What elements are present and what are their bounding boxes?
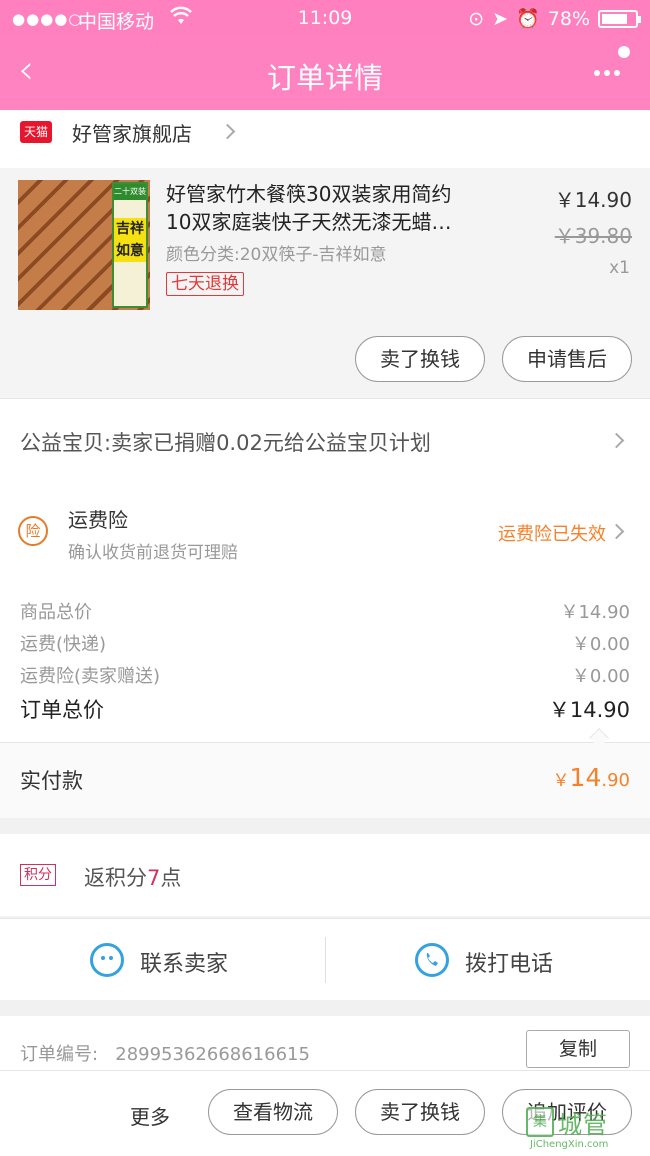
shipping-insurance-row[interactable]: 险 运费险 确认收货前退货可理赔 运费险已失效 (0, 482, 650, 582)
summary-value: ￥0.00 (571, 666, 630, 687)
watermark-icon: 集 (526, 1107, 554, 1137)
contact-bar: 联系卖家 拨打电话 (0, 918, 650, 1000)
more-dot-icon (604, 70, 610, 76)
status-right: ⊙ ➤ ⏰ 78% (468, 7, 641, 30)
order-number-value: 28995362668616615 (115, 1044, 310, 1065)
order-total-label: 订单总价 (20, 698, 104, 722)
tmall-logo-icon: 天猫 (20, 121, 52, 143)
package-main-text: 吉祥如意 (114, 218, 146, 262)
after-sale-button[interactable]: 申请售后 (502, 336, 632, 382)
rotation-lock-icon: ⊙ (468, 7, 485, 30)
summary-row: 商品总价 ￥14.90 (20, 598, 630, 628)
product-original-price: ￥39.80 (554, 224, 632, 248)
notification-dot (618, 46, 630, 58)
product-card[interactable]: 二十双装 吉祥如意 好管家竹木餐筷30双装家用简约 10双家庭装快子天然无漆无蜡… (0, 168, 650, 398)
watermark-text: 城管 (558, 1111, 608, 1139)
call-phone-button[interactable]: 拨打电话 (325, 919, 650, 1001)
bottom-action-bar: 更多 查看物流 卖了换钱 追加评价 集 城管 JiChengXin.com (0, 1070, 650, 1156)
points-row: 积分 返积分7点 (0, 834, 650, 916)
product-image: 二十双装 吉祥如意 (18, 180, 150, 310)
product-quantity: x1 (609, 258, 630, 278)
paid-label: 实付款 (20, 769, 83, 793)
points-prefix: 返积分 (84, 866, 147, 890)
points-badge: 积分 (20, 864, 56, 886)
insurance-subtitle: 确认收货前退货可理赔 (68, 543, 238, 563)
points-text: 返积分7点 (84, 862, 181, 892)
summary-row: 运费险(卖家赠送) ￥0.00 (20, 662, 630, 692)
product-price: ￥14.90 (554, 188, 632, 212)
points-number: 7 (147, 866, 161, 890)
return-policy-badge: 七天退换 (166, 272, 244, 296)
battery-fill (602, 13, 627, 24)
battery-icon (598, 9, 641, 28)
phone-icon (415, 943, 449, 977)
summary-label: 商品总价 (20, 602, 92, 623)
chevron-right-icon (608, 432, 625, 449)
alarm-icon: ⏰ (516, 8, 540, 30)
summary-value: ￥14.90 (560, 602, 630, 623)
sell-for-cash-button[interactable]: 卖了换钱 (355, 336, 485, 382)
sell-for-cash-button[interactable]: 卖了换钱 (355, 1089, 485, 1135)
more-dot-icon (614, 70, 620, 76)
shop-row[interactable]: 天猫 好管家旗舰店 (0, 110, 650, 168)
charity-text: 公益宝贝:卖家已捐赠0.02元给公益宝贝计划 (20, 431, 431, 455)
page-title: 订单详情 (266, 61, 383, 95)
paid-amount: ￥14.90 (553, 763, 630, 792)
product-package-label: 二十双装 吉祥如意 (112, 182, 148, 308)
more-dot-icon (594, 70, 600, 76)
product-title: 好管家竹木餐筷30双装家用简约 10双家庭装快子天然无漆无蜡… (166, 180, 506, 236)
paid-decimal: .90 (601, 770, 630, 791)
battery-percent: 78% (547, 7, 590, 30)
summary-row: 运费(快递) ￥0.00 (20, 630, 630, 660)
paid-integer: 14 (569, 763, 602, 792)
package-top-text: 二十双装 (114, 184, 146, 200)
charity-row[interactable]: 公益宝贝:卖家已捐赠0.02元给公益宝贝计划 (0, 398, 650, 482)
actual-payment-row: 实付款 ￥14.90 (0, 742, 650, 818)
chevron-right-icon (219, 123, 236, 140)
product-title-line: 好管家竹木餐筷30双装家用简约 (166, 182, 452, 206)
watermark-url: JiChengXin.com (530, 1139, 609, 1150)
watermark-logo: 集 城管 JiChengXin.com (522, 1103, 646, 1151)
summary-label: 运费险(卖家赠送) (20, 666, 161, 687)
order-number: 订单编号: 28995362668616615 (20, 1040, 310, 1066)
shop-name: 好管家旗舰店 (72, 122, 192, 146)
app-header: ●●●●○ 中国移动 11:09 ⊙ ➤ ⏰ 78% ‹ 订单详情 (0, 0, 650, 110)
order-total-value: ￥14.90 (548, 698, 630, 722)
insurance-status: 运费险已失效 (498, 524, 606, 545)
location-icon: ➤ (492, 7, 509, 30)
order-number-label: 订单编号: (20, 1044, 99, 1065)
contact-seller-label: 联系卖家 (140, 952, 229, 977)
paid-currency: ￥ (552, 771, 570, 791)
price-summary: 商品总价 ￥14.90 运费(快递) ￥0.00 运费险(卖家赠送) ￥0.00… (0, 582, 650, 742)
copy-button[interactable]: 复制 (526, 1030, 630, 1068)
summary-label: 运费(快递) (20, 634, 107, 655)
more-button[interactable]: 更多 (130, 1101, 170, 1130)
status-bar: ●●●●○ 中国移动 11:09 ⊙ ➤ ⏰ 78% (0, 6, 650, 33)
insurance-title: 运费险 (68, 508, 128, 532)
order-number-row: 订单编号: 28995362668616615 复制 (0, 1016, 650, 1076)
product-title-line: 10双家庭装快子天然无漆无蜡… (166, 210, 452, 234)
chat-face-icon (90, 943, 124, 977)
chevron-right-icon (608, 523, 625, 540)
product-sku: 颜色分类:20双筷子-吉祥如意 (166, 245, 387, 265)
summary-value: ￥0.00 (571, 634, 630, 655)
contact-seller-button[interactable]: 联系卖家 (0, 919, 325, 1001)
order-total-row: 订单总价 ￥14.90 (20, 694, 630, 724)
insurance-icon: 险 (18, 516, 48, 546)
call-phone-label: 拨打电话 (465, 952, 554, 977)
points-suffix: 点 (160, 866, 182, 890)
more-menu-button[interactable] (590, 46, 630, 90)
view-logistics-button[interactable]: 查看物流 (208, 1089, 338, 1135)
